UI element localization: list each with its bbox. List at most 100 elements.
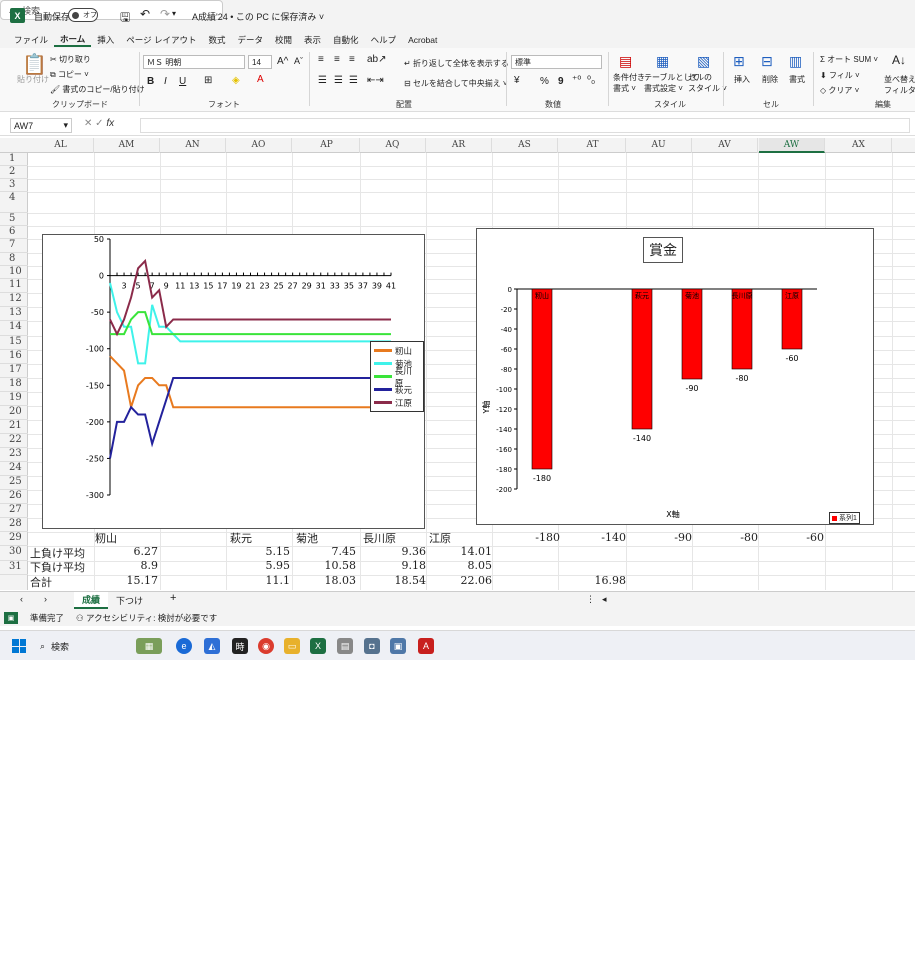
row-header[interactable]: 14: [0, 321, 28, 336]
column-header[interactable]: AX: [826, 138, 892, 153]
delete-cells-icon[interactable]: ⊟: [761, 53, 773, 70]
row-header[interactable]: 11: [0, 279, 28, 293]
row-header[interactable]: 22: [0, 434, 28, 448]
line-chart-legend[interactable]: 籾山 菊池 長川原 萩元 江原: [370, 341, 424, 412]
cell-value[interactable]: -60: [764, 531, 824, 544]
cell-value[interactable]: -140: [566, 531, 626, 544]
cell-name-hagimoto[interactable]: 萩元: [230, 530, 252, 546]
cell-style-icon[interactable]: ▧: [697, 53, 710, 70]
comma-button[interactable]: 9: [558, 76, 564, 87]
legend-entry[interactable]: 長川原: [374, 367, 420, 389]
format-table-icon[interactable]: ▦: [656, 53, 669, 70]
sheet-tab-seiseki[interactable]: 成績: [74, 592, 109, 609]
clock-app-icon[interactable]: 時: [232, 638, 248, 654]
tab-menu-3[interactable]: ページ レイアウト: [120, 34, 202, 46]
tab-menu-1[interactable]: ホーム: [54, 33, 92, 47]
tab-menu-5[interactable]: データ: [232, 34, 270, 46]
align-top-icon[interactable]: ≡: [318, 54, 324, 65]
decrease-decimal-icon[interactable]: ⁰₀: [587, 75, 595, 86]
row-header[interactable]: 16: [0, 350, 28, 364]
row-header[interactable]: 8: [0, 253, 28, 266]
insert-cells-button[interactable]: 挿入: [734, 74, 750, 85]
cell-style-button[interactable]: セルの スタイル ˅: [688, 72, 727, 94]
currency-icon[interactable]: ¥: [514, 75, 520, 86]
row-header[interactable]: 31: [0, 561, 28, 575]
file-explorer-icon[interactable]: ▭: [284, 638, 300, 654]
cell-value[interactable]: 11.1: [228, 574, 291, 587]
sort-filter-icon[interactable]: A↓: [892, 53, 906, 67]
column-header[interactable]: AL: [28, 138, 94, 153]
bar[interactable]: [681, 288, 703, 380]
row-header[interactable]: 25: [0, 476, 28, 490]
row-header[interactable]: 12: [0, 293, 28, 307]
next-sheet-icon[interactable]: ›: [44, 594, 47, 604]
cell-name-ebara[interactable]: 江原: [429, 530, 451, 546]
format-cells-button[interactable]: 書式: [789, 74, 805, 85]
row-header[interactable]: 28: [0, 518, 28, 532]
row-header[interactable]: 13: [0, 307, 28, 321]
cell-value[interactable]: 15.17: [96, 574, 159, 587]
delete-cells-button[interactable]: 削除: [762, 74, 778, 85]
row-header[interactable]: 27: [0, 504, 28, 518]
align-right-icon[interactable]: ☰: [349, 75, 358, 86]
redo-icon[interactable]: ↷: [160, 7, 170, 21]
tab-menu-10[interactable]: Acrobat: [402, 35, 443, 45]
italic-button[interactable]: I: [164, 76, 167, 87]
cell-value[interactable]: 8.9: [96, 559, 159, 572]
row-header[interactable]: 30: [0, 546, 28, 561]
cell-value[interactable]: 14.01: [426, 545, 493, 558]
row-header[interactable]: 23: [0, 448, 28, 462]
grow-font-button[interactable]: A^: [277, 56, 288, 67]
cell-value[interactable]: -90: [632, 531, 692, 544]
row-header[interactable]: 21: [0, 420, 28, 434]
column-header[interactable]: AT: [560, 138, 626, 153]
enter-icon[interactable]: ✓: [95, 118, 103, 129]
photos-icon[interactable]: ◭: [204, 638, 220, 654]
underline-button[interactable]: U: [179, 76, 186, 87]
excel-taskbar-icon[interactable]: X: [310, 638, 326, 654]
row-header[interactable]: 10: [0, 266, 28, 279]
tab-menu-6[interactable]: 校閲: [269, 34, 298, 46]
tab-menu-0[interactable]: ファイル: [8, 34, 54, 46]
tab-menu-2[interactable]: 挿入: [91, 34, 120, 46]
cell-value[interactable]: -80: [698, 531, 758, 544]
cell-value[interactable]: 9.36: [360, 545, 427, 558]
widgets-icon[interactable]: ▦: [136, 638, 162, 654]
percent-button[interactable]: %: [540, 76, 549, 87]
font-size-select[interactable]: 14: [248, 55, 272, 69]
undo-icon[interactable]: ↶: [140, 7, 150, 21]
cell-name-kashiyama[interactable]: 籾山: [95, 530, 117, 546]
app-icon[interactable]: ▤: [337, 638, 353, 654]
row-header[interactable]: 18: [0, 378, 28, 392]
column-header[interactable]: AW: [759, 138, 825, 153]
orientation-icon[interactable]: ab↗: [367, 54, 387, 65]
edge-icon[interactable]: e: [176, 638, 192, 654]
legend-entry[interactable]: 江原: [374, 396, 420, 409]
align-bottom-icon[interactable]: ≡: [349, 54, 355, 65]
border-icon[interactable]: ⊞: [204, 75, 212, 86]
column-header[interactable]: AM: [94, 138, 160, 153]
align-left-icon[interactable]: ☰: [318, 75, 327, 86]
scroll-left-icon[interactable]: ◂: [602, 594, 607, 605]
formula-input[interactable]: [140, 118, 910, 133]
cell-label-lower-loss-average[interactable]: 下負け平均: [30, 559, 85, 575]
bar-chart[interactable]: 0 -20 -40 -60 -80 -100 -120 -140 -160 -180 -200 -18…: [476, 228, 874, 525]
fill-button[interactable]: ⬇ フィル ˅: [820, 70, 860, 81]
cell-value[interactable]: 7.45: [294, 545, 357, 558]
wrap-text-button[interactable]: ↵ 折り返して全体を表示する: [404, 58, 509, 69]
fill-color-icon[interactable]: ◈: [232, 75, 240, 86]
column-header[interactable]: AV: [692, 138, 758, 153]
cell-value[interactable]: 22.06: [426, 574, 493, 587]
function-icon[interactable]: fx: [106, 118, 114, 129]
bold-button[interactable]: B: [147, 76, 154, 87]
cell-name-hasegawara[interactable]: 長川原: [363, 530, 396, 546]
document-title[interactable]: A成績'24 • この PC に保存済み ˅: [192, 10, 324, 23]
column-header[interactable]: AS: [492, 138, 558, 153]
chrome-icon[interactable]: ◉: [258, 638, 274, 654]
cut-button[interactable]: ✂ 切り取り: [50, 54, 91, 65]
row-header[interactable]: 20: [0, 406, 28, 420]
insert-cells-icon[interactable]: ⊞: [733, 53, 745, 70]
cell-value[interactable]: 10.58: [294, 559, 357, 572]
cell-value[interactable]: 16.98: [560, 574, 627, 587]
column-header[interactable]: AQ: [360, 138, 426, 153]
